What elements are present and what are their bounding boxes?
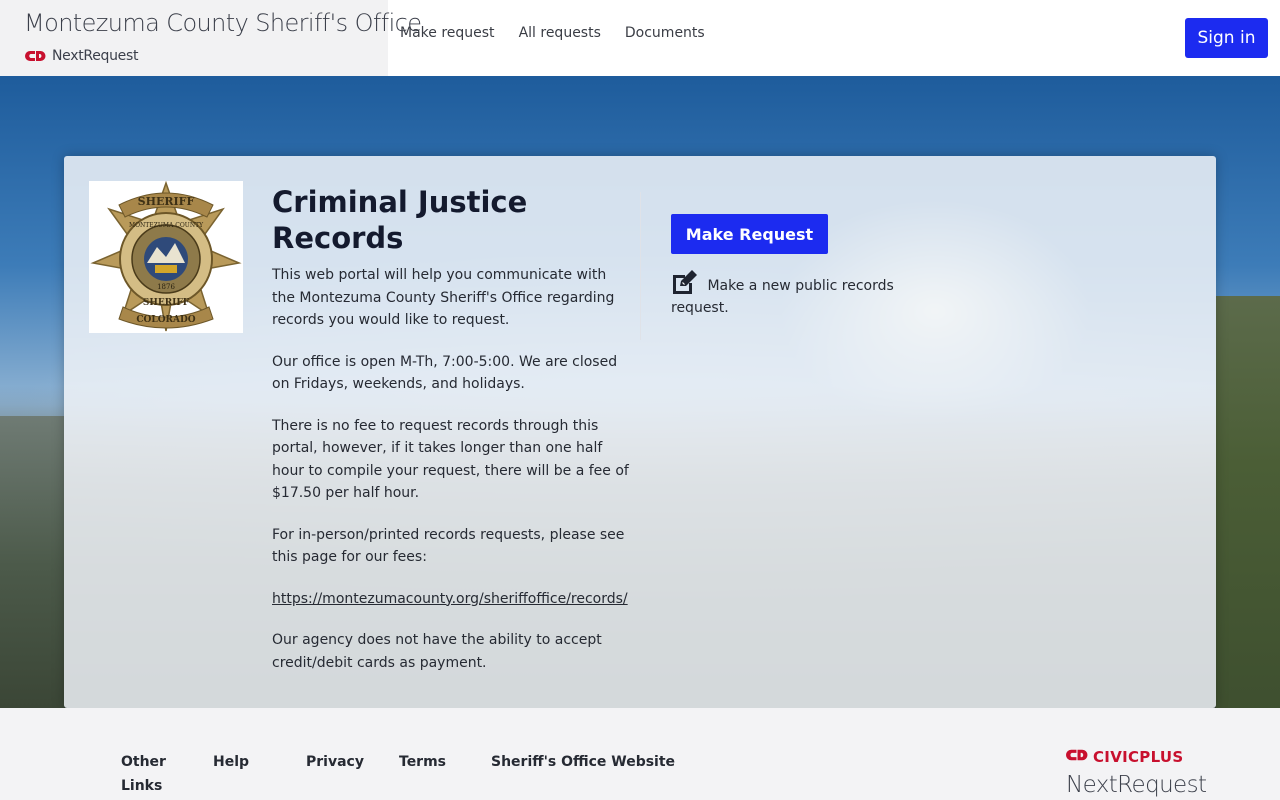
nav-make-request[interactable]: Make request (400, 25, 495, 41)
civicplus-brand[interactable]: CIVICPLUS (1066, 748, 1184, 766)
footer-link-other-links[interactable]: Other Links (121, 750, 171, 798)
agency-info-card: SHERIFF SHERIFF COLORADO 1876 MONTEZUMA … (64, 156, 1216, 708)
product-name: NextRequest (52, 48, 139, 64)
civicplus-text: CIVICPLUS (1093, 748, 1184, 766)
org-title[interactable]: Montezuma County Sheriff's Office (24, 9, 422, 37)
footer-nextrequest: NextRequest (1066, 772, 1207, 798)
badge-ring-text: MONTEZUMA COUNTY (129, 222, 204, 229)
edit-icon (671, 270, 707, 294)
description-paragraph: Our office is open M-Th, 7:00-5:00. We a… (272, 353, 618, 393)
nextrequest-brand: NextRequest (25, 48, 138, 64)
footer-link-privacy[interactable]: Privacy (306, 750, 364, 774)
page-title: Criminal Justice Records (272, 185, 528, 255)
nav-documents[interactable]: Documents (625, 25, 705, 41)
make-request-note: Make a new public records request. (671, 270, 901, 319)
description-paragraph: For in-person/printed records requests, … (272, 526, 625, 566)
landscape-cliff-left (0, 416, 64, 708)
main-nav: Make request All requests Documents (400, 25, 705, 41)
badge-banner-text: COLORADO (136, 315, 195, 325)
make-request-button[interactable]: Make Request (671, 214, 828, 254)
link-paragraph: https://montezumacounty.org/sheriffoffic… (272, 588, 632, 611)
brand-area[interactable]: Montezuma County Sheriff's Office NextRe… (0, 0, 422, 76)
description-paragraph: This web portal will help you communicat… (272, 267, 615, 328)
top-navbar: Montezuma County Sheriff's Office NextRe… (0, 0, 1280, 76)
description-paragraph: There is no fee to request records throu… (272, 417, 629, 502)
footer-link-sheriffs-office-website[interactable]: Sheriff's Office Website (491, 750, 675, 774)
sign-in-button[interactable]: Sign in (1185, 18, 1268, 58)
footer-link-terms[interactable]: Terms (399, 750, 446, 774)
badge-bottom-text: SHERIFF (143, 298, 190, 308)
civicplus-logo-icon (25, 50, 46, 62)
records-fees-link[interactable]: https://montezumacounty.org/sheriffoffic… (272, 591, 628, 607)
column-divider (640, 192, 641, 340)
footer-link-help[interactable]: Help (213, 750, 249, 774)
civicplus-logo-icon (1066, 748, 1088, 766)
description-paragraph: Our agency does not have the ability to … (272, 632, 602, 671)
landscape-trees-right (1216, 296, 1280, 708)
badge-year-text: 1876 (157, 283, 175, 291)
badge-top-text: SHERIFF (138, 195, 195, 208)
nav-all-requests[interactable]: All requests (519, 25, 601, 41)
sheriff-badge-logo: SHERIFF SHERIFF COLORADO 1876 MONTEZUMA … (89, 181, 243, 333)
agency-description: This web portal will help you communicat… (272, 264, 632, 693)
footer: Other Links Help Privacy Terms Sheriff's… (0, 708, 1280, 800)
